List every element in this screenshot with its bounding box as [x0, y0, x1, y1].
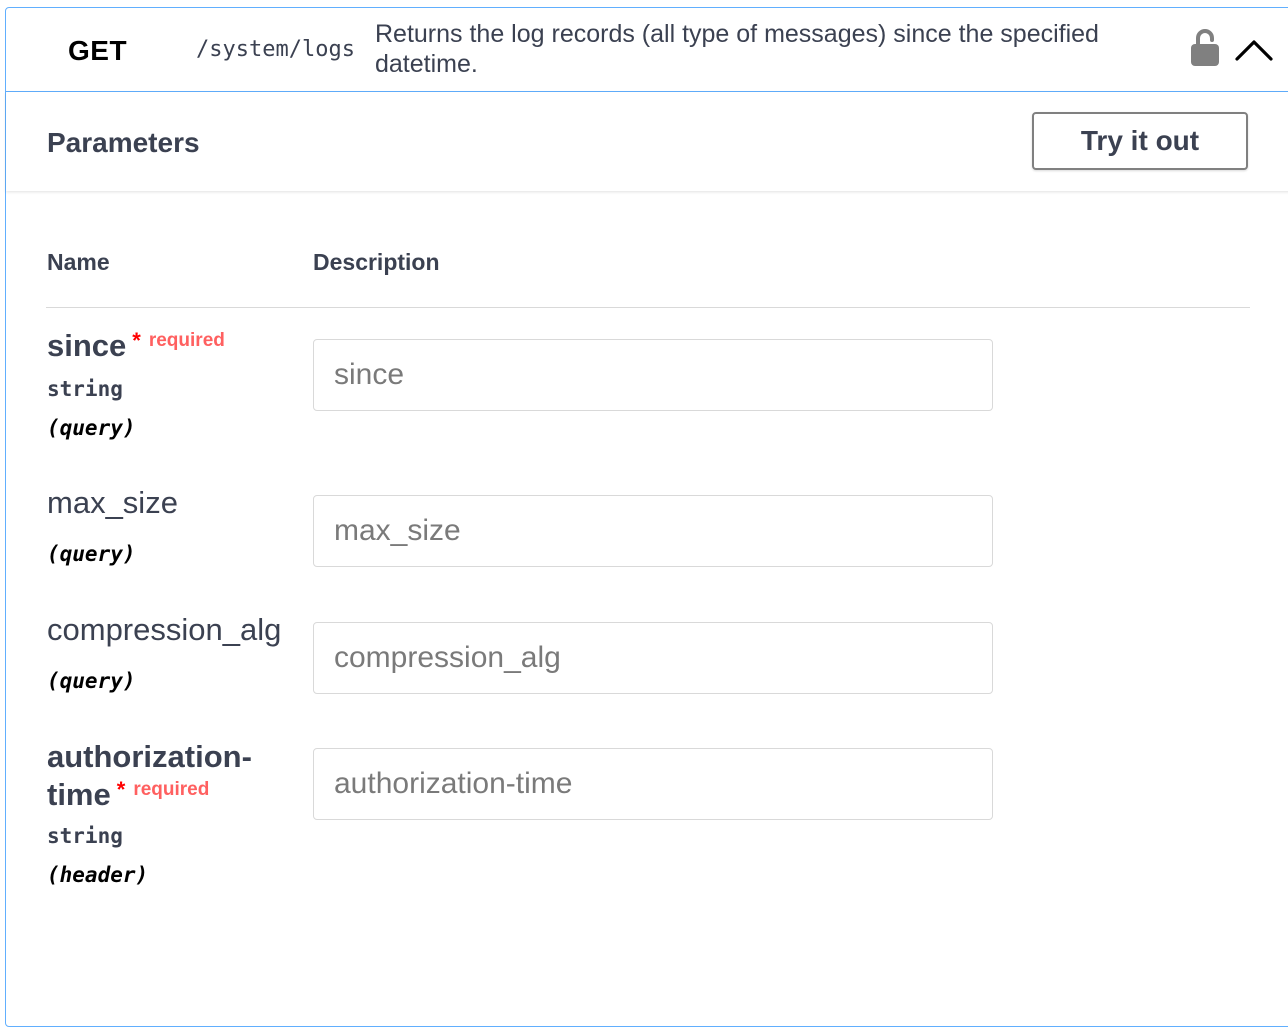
authorization-time-input[interactable] [313, 748, 993, 820]
parameters-title: Parameters [47, 127, 200, 158]
parameter-type: string [47, 377, 123, 401]
parameter-name: authorization- time * required [47, 738, 292, 819]
operation-summary[interactable]: GET /system/logs Returns the log records… [6, 8, 1288, 92]
parameter-name: max_size [47, 485, 178, 520]
required-star: * [116, 777, 126, 802]
required-label: required [133, 779, 210, 800]
operation-description: Returns the log records (all type of mes… [375, 20, 1099, 78]
name-column-header: Name [47, 249, 110, 275]
compression-alg-input[interactable] [313, 622, 993, 694]
http-method: GET [68, 35, 128, 66]
lock-icon[interactable] [1189, 27, 1221, 67]
parameter-name: since * required [47, 327, 292, 370]
chevron-up-icon[interactable] [1234, 35, 1274, 63]
required-star: * [132, 328, 141, 353]
endpoint-path: /system/logs [196, 37, 355, 62]
parameter-type: string [47, 824, 123, 848]
since-input[interactable] [313, 339, 993, 411]
parameter-name: compression_alg [47, 612, 282, 647]
required-label: required [148, 330, 225, 351]
description-column-header: Description [313, 249, 440, 275]
parameter-in: (query) [47, 669, 136, 693]
max-size-input[interactable] [313, 495, 993, 567]
parameter-in: (header) [47, 863, 149, 887]
parameter-name-text: since [47, 328, 127, 363]
parameter-in: (query) [47, 416, 136, 440]
try-it-out-button[interactable]: Try it out [1032, 112, 1248, 170]
parameter-name-text: time [47, 777, 111, 812]
table-divider [46, 307, 1250, 308]
parameters-header: Parameters Try it out [6, 92, 1288, 191]
parameter-name-line1: authorization- [47, 739, 252, 774]
parameter-name-line2: time * required [47, 776, 292, 819]
parameter-in: (query) [47, 542, 136, 566]
